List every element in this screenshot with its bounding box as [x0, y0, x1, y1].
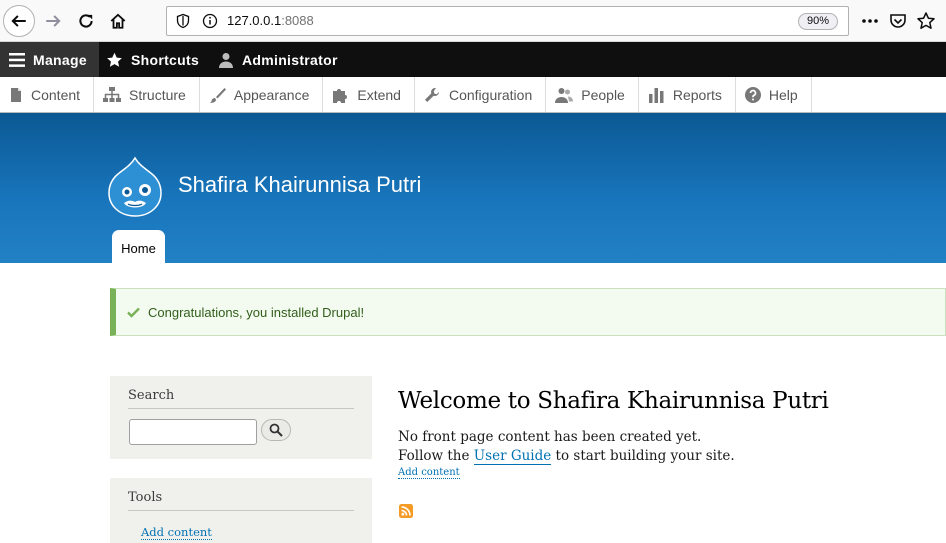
zoom-level-badge[interactable]: 90%: [797, 13, 838, 30]
reload-icon: [79, 14, 93, 28]
tray-label: Configuration: [448, 86, 533, 103]
user-guide-prefix: Follow the: [398, 448, 474, 464]
url-port: :8088: [281, 13, 314, 28]
checkmark-icon: [127, 307, 140, 318]
paintbrush-icon: [209, 87, 226, 103]
content-icon: [11, 87, 21, 102]
admin-menu-tray: Content Structure Appearance Extend Conf…: [0, 77, 946, 113]
empty-content-notice: No front page content has been created y…: [398, 429, 702, 445]
bookmark-star-icon[interactable]: [916, 11, 936, 31]
forward-arrow-icon: [46, 15, 61, 27]
tray-item-appearance[interactable]: Appearance: [200, 77, 324, 112]
structure-icon: [103, 86, 122, 102]
wrench-icon: [424, 87, 439, 102]
search-block: Search: [110, 376, 372, 459]
tray-item-configuration[interactable]: Configuration: [415, 77, 547, 112]
more-icon[interactable]: [860, 11, 880, 31]
tray-item-content[interactable]: Content: [0, 77, 95, 112]
tools-block: Tools Add content: [110, 478, 372, 543]
rss-feed-icon[interactable]: [399, 504, 413, 518]
user-guide-link[interactable]: User Guide: [473, 448, 552, 465]
tray-label: Help: [768, 86, 798, 103]
tray-label: Appearance: [233, 86, 310, 103]
url-text[interactable]: 127.0.0.1:8088: [227, 13, 314, 28]
user-label: Administrator: [242, 51, 338, 68]
tray-item-extend[interactable]: Extend: [323, 77, 415, 112]
manage-label: Manage: [33, 51, 87, 68]
back-button[interactable]: [3, 5, 35, 37]
search-input[interactable]: [129, 419, 257, 445]
search-icon: [269, 423, 283, 437]
site-header: Shafira Khairunnisa Putri Home: [0, 113, 946, 264]
bar-chart-icon: [648, 87, 664, 103]
hamburger-menu-icon: [9, 52, 25, 67]
drupal-logo[interactable]: [108, 156, 162, 218]
tray-item-help[interactable]: Help: [736, 77, 812, 112]
tray-label: Reports: [672, 86, 722, 103]
user-guide-suffix: to start building your site.: [551, 448, 735, 464]
shield-icon[interactable]: [175, 13, 191, 29]
search-block-title: Search: [128, 388, 354, 409]
site-name[interactable]: Shafira Khairunnisa Putri: [178, 172, 421, 198]
browser-toolbar: 127.0.0.1:8088 90%: [0, 0, 946, 42]
user-tab[interactable]: Administrator: [218, 42, 338, 77]
people-icon: [555, 87, 574, 103]
shortcuts-label: Shortcuts: [131, 51, 200, 68]
back-arrow-icon: [11, 15, 26, 27]
tools-block-title: Tools: [128, 490, 354, 511]
add-content-link[interactable]: Add content: [398, 467, 460, 479]
forward-button[interactable]: [37, 5, 69, 37]
tray-item-reports[interactable]: Reports: [639, 77, 736, 112]
tray-item-structure[interactable]: Structure: [94, 77, 200, 112]
tools-add-content-link[interactable]: Add content: [141, 525, 212, 540]
tray-label: Extend: [357, 86, 401, 103]
home-button[interactable]: [102, 5, 134, 37]
status-message-text: Congratulations, you installed Drupal!: [148, 304, 365, 320]
home-icon: [110, 13, 126, 29]
user-guide-line: Follow the User Guide to start building …: [398, 448, 735, 465]
reload-button[interactable]: [70, 5, 102, 37]
status-message: Congratulations, you installed Drupal!: [110, 288, 946, 336]
home-nav-tab[interactable]: Home: [112, 230, 165, 264]
shortcuts-tab[interactable]: Shortcuts: [106, 42, 199, 77]
star-icon: [107, 52, 122, 67]
tray-label: Content: [31, 86, 81, 103]
pocket-icon[interactable]: [888, 11, 908, 31]
puzzle-icon: [333, 88, 348, 103]
tray-label: Structure: [129, 86, 186, 103]
search-button[interactable]: [261, 419, 291, 441]
user-icon: [219, 52, 233, 68]
url-host: 127.0.0.1: [227, 13, 282, 28]
info-icon[interactable]: [202, 13, 218, 29]
tray-label: People: [581, 86, 625, 103]
help-icon: [744, 86, 761, 103]
admin-toolbar: Manage Shortcuts Administrator: [0, 42, 946, 77]
page-title: Welcome to Shafira Khairunnisa Putri: [398, 388, 829, 414]
address-bar[interactable]: 127.0.0.1:8088 90%: [166, 6, 849, 36]
tray-item-people[interactable]: People: [546, 77, 639, 112]
manage-tab[interactable]: Manage: [0, 42, 99, 77]
